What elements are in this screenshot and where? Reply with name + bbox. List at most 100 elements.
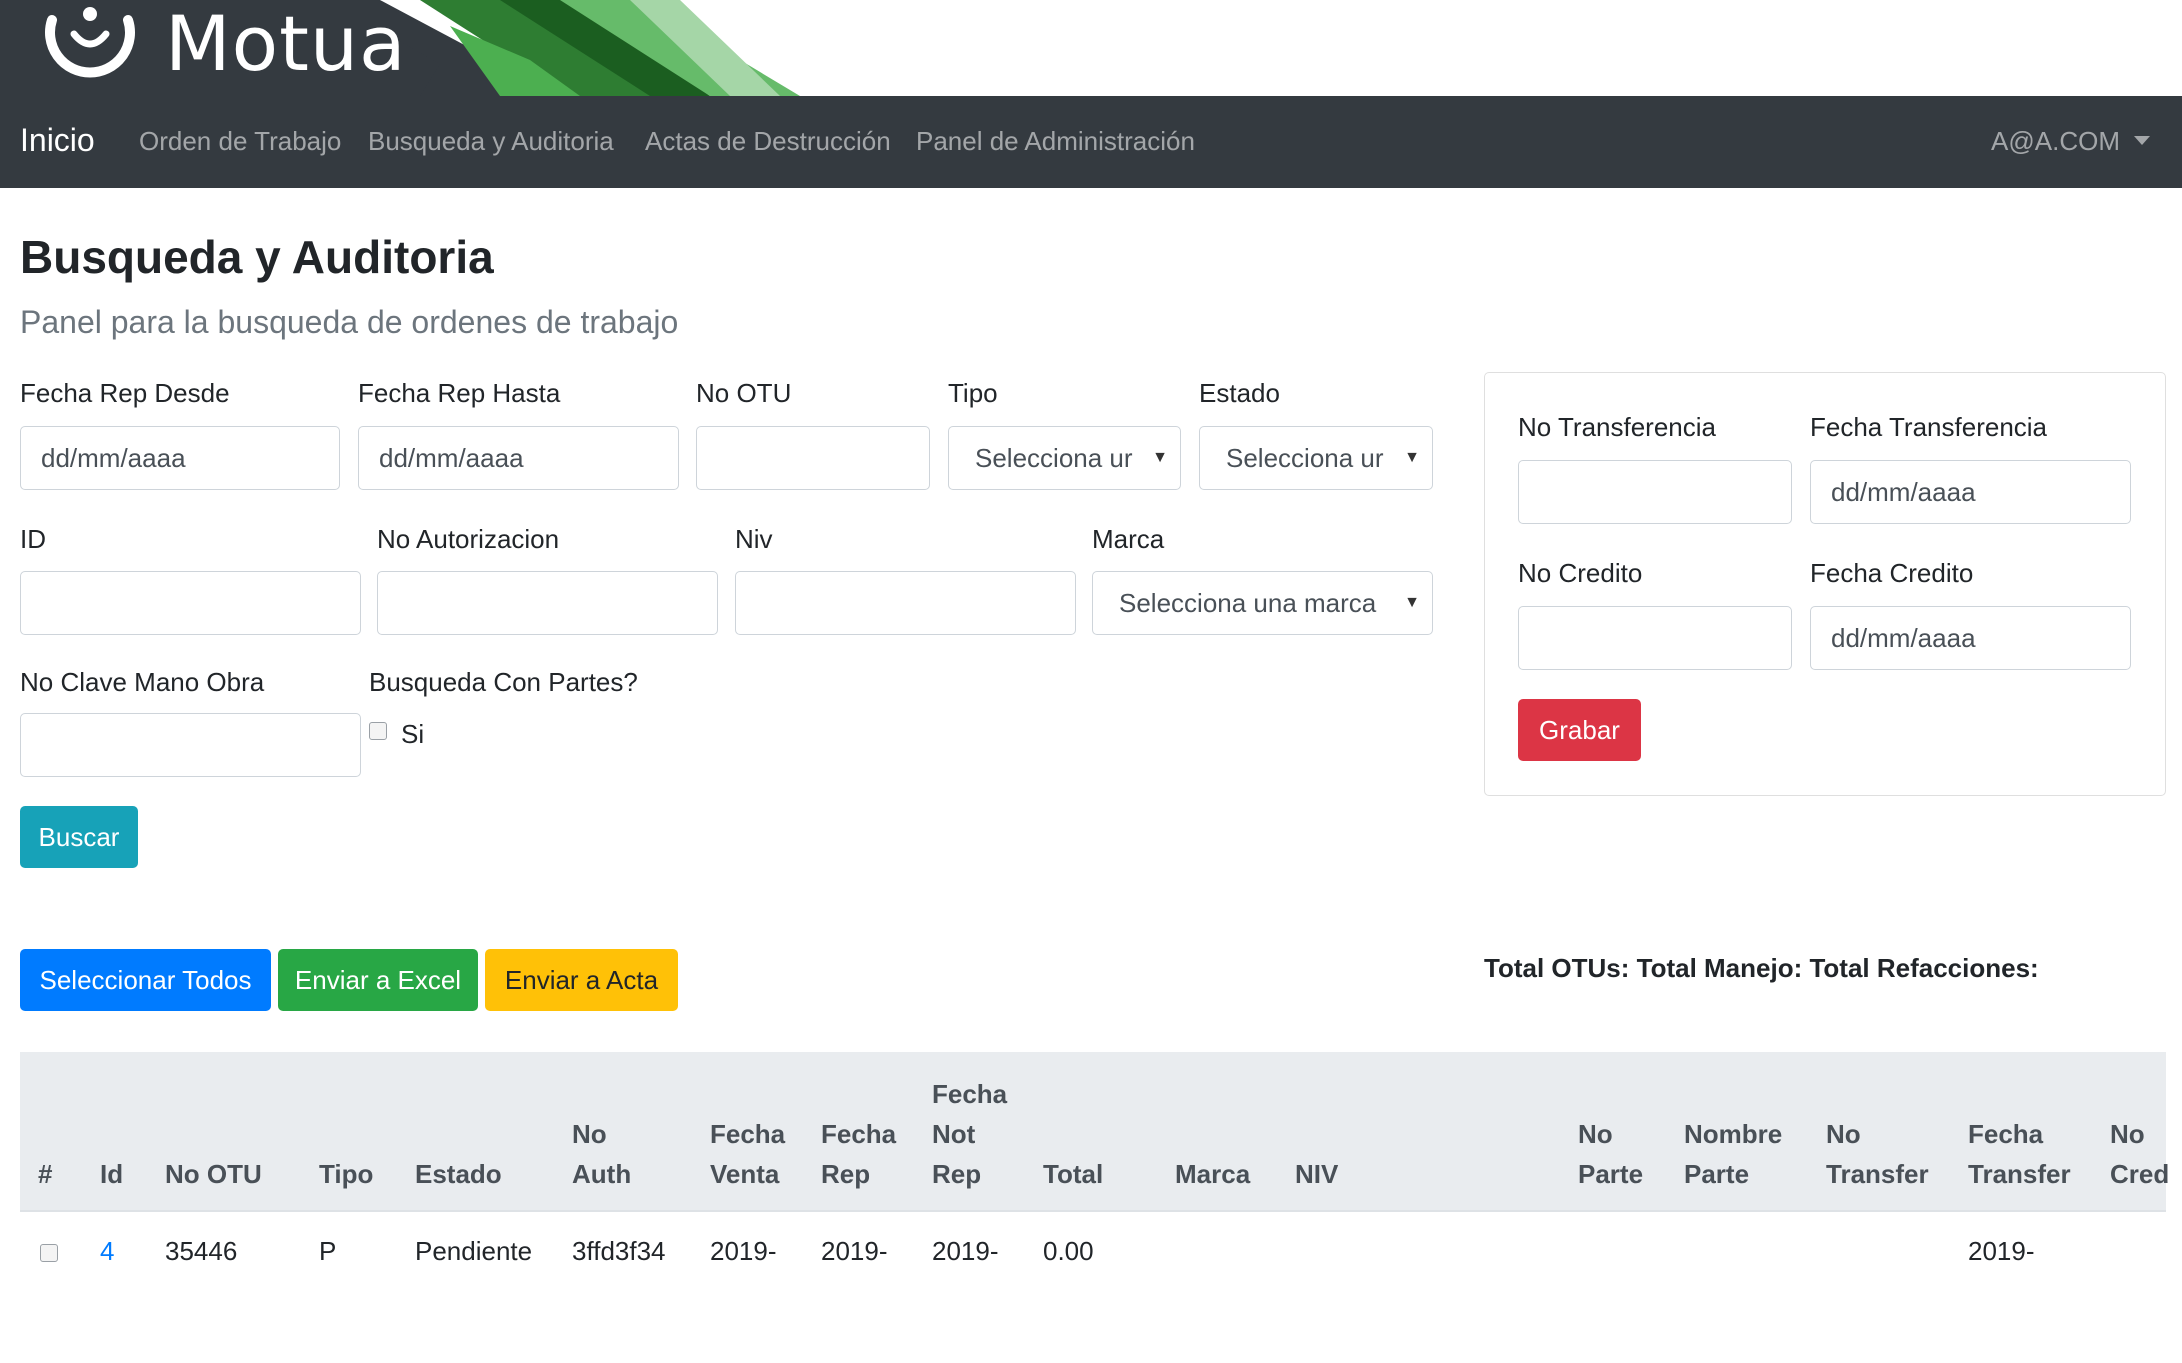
table-header-label: Fecha (710, 1119, 786, 1149)
label-si: Si (401, 719, 425, 749)
enviar-acta-button[interactable]: Enviar a Acta (485, 949, 678, 1011)
table-header-label: Total (1043, 1159, 1104, 1189)
marca-select[interactable]: Selecciona una marca ▼ (1092, 571, 1433, 635)
no-credito-input[interactable] (1518, 606, 1792, 670)
banner-stripes-decoration (380, 0, 800, 96)
row-no-auth: 3ffd3f34 (572, 1236, 666, 1266)
fecha-transferencia-input[interactable]: dd/mm/aaaa (1810, 460, 2131, 524)
row-total: 0.00 (1043, 1236, 1094, 1266)
id-input[interactable] (20, 571, 361, 635)
user-menu-dropdown[interactable]: A@A.COM (1991, 126, 2150, 157)
table-header-label: # (38, 1159, 53, 1189)
no-otu-input[interactable] (696, 426, 930, 490)
row-no-otu: 35446 (165, 1236, 238, 1266)
nav-item-panel-administracion[interactable]: Panel de Administración (916, 126, 1195, 157)
table-header-label: Parte (1684, 1159, 1750, 1189)
seleccionar-todos-button[interactable]: Seleccionar Todos (20, 949, 271, 1011)
table-header-label: Estado (415, 1159, 502, 1189)
dropdown-arrow-icon: ▼ (1152, 449, 1168, 466)
label-no-autorizacion: No Autorizacion (377, 524, 560, 554)
dropdown-arrow-icon: ▼ (1404, 449, 1420, 466)
table-header-label: Cred (2110, 1159, 2170, 1189)
fecha-transferencia-value: dd/mm/aaaa (1831, 476, 1976, 507)
row-fecha-transfer: 2019- (1968, 1236, 2035, 1266)
table-header-label: Fecha (821, 1119, 897, 1149)
row-fecha-not-rep: 2019- (932, 1236, 999, 1266)
no-autorizacion-input[interactable] (377, 571, 718, 635)
page-title: Busqueda y Auditoria (20, 231, 494, 283)
row-fecha-venta: 2019- (710, 1236, 777, 1266)
fecha-rep-desde-value: dd/mm/aaaa (41, 442, 186, 473)
no-transferencia-input[interactable] (1518, 460, 1792, 524)
label-no-otu: No OTU (696, 378, 792, 408)
table-header-label: NIV (1295, 1159, 1339, 1189)
table-header-label: Rep (821, 1159, 871, 1189)
table-header-label: No OTU (165, 1159, 262, 1189)
table-header-label: Parte (1578, 1159, 1644, 1189)
table-header-label: Venta (710, 1159, 780, 1189)
table-header-label: Transfer (1826, 1159, 1929, 1189)
grabar-button[interactable]: Grabar (1518, 699, 1641, 761)
label-marca: Marca (1092, 524, 1165, 554)
table-header-label: No (1578, 1119, 1613, 1149)
totals-summary: Total OTUs: Total Manejo: Total Refaccio… (1484, 953, 2039, 983)
tipo-selected-value: Selecciona ur (975, 442, 1133, 473)
marca-selected-value: Selecciona una marca (1119, 587, 1377, 618)
table-header-label: Not (932, 1119, 976, 1149)
row-fecha-rep: 2019- (821, 1236, 888, 1266)
motua-logo-icon (45, 7, 135, 78)
table-header-label: No (572, 1119, 607, 1149)
label-no-clave-mano-obra: No Clave Mano Obra (20, 667, 265, 697)
table-header-label: Fecha (1968, 1119, 2044, 1149)
label-tipo: Tipo (948, 378, 998, 408)
table-header-label: Rep (932, 1159, 982, 1189)
fecha-rep-hasta-value: dd/mm/aaaa (379, 442, 524, 473)
table-header-label: Auth (572, 1159, 632, 1189)
table-header-label: No (2110, 1119, 2145, 1149)
nav-item-orden-trabajo[interactable]: Orden de Trabajo (139, 126, 341, 157)
header-banner: Motua (0, 0, 2182, 96)
fecha-rep-hasta-input[interactable]: dd/mm/aaaa (358, 426, 679, 490)
niv-input[interactable] (735, 571, 1076, 635)
table-header-label: Fecha (932, 1079, 1008, 1109)
table-header-label: No (1826, 1119, 1861, 1149)
buscar-button[interactable]: Buscar (20, 806, 138, 868)
nav-item-busqueda-auditoria[interactable]: Busqueda y Auditoria (368, 126, 614, 157)
fecha-credito-input[interactable]: dd/mm/aaaa (1810, 606, 2131, 670)
enviar-excel-button[interactable]: Enviar a Excel (278, 949, 478, 1011)
user-email: A@A.COM (1991, 126, 2120, 156)
table-header-label: Transfer (1968, 1159, 2071, 1189)
row-tipo: P (319, 1236, 337, 1266)
con-partes-checkbox[interactable] (369, 722, 387, 740)
dropdown-arrow-icon: ▼ (1404, 594, 1420, 611)
no-clave-mano-obra-input[interactable] (20, 713, 361, 777)
label-fecha-credito: Fecha Credito (1810, 558, 1974, 588)
estado-selected-value: Selecciona ur (1226, 442, 1384, 473)
nav-brand-inicio[interactable]: Inicio (20, 122, 95, 159)
label-fecha-transferencia: Fecha Transferencia (1810, 412, 2048, 442)
label-busqueda-con-partes: Busqueda Con Partes? (369, 667, 638, 697)
label-fecha-rep-desde: Fecha Rep Desde (20, 378, 230, 408)
label-id: ID (20, 524, 46, 554)
label-estado: Estado (1199, 378, 1280, 408)
table-header-label: Nombre (1684, 1119, 1783, 1149)
fecha-credito-value: dd/mm/aaaa (1831, 622, 1976, 653)
table-header-label: Id (100, 1159, 124, 1189)
table-header-label: Tipo (319, 1159, 374, 1189)
row-select-checkbox[interactable] (40, 1244, 58, 1262)
chevron-down-icon (2134, 135, 2150, 145)
label-no-transferencia: No Transferencia (1518, 412, 1716, 442)
logo-text: Motua (165, 0, 407, 88)
estado-select[interactable]: Selecciona ur ▼ (1199, 426, 1433, 490)
tipo-select[interactable]: Selecciona ur ▼ (948, 426, 1181, 490)
label-fecha-rep-hasta: Fecha Rep Hasta (358, 378, 561, 408)
page-subtitle: Panel para la busqueda de ordenes de tra… (20, 304, 679, 340)
label-no-credito: No Credito (1518, 558, 1643, 588)
row-id-link[interactable]: 4 (100, 1236, 114, 1267)
top-navbar: Inicio Orden de Trabajo Busqueda y Audit… (0, 96, 2182, 188)
table-header-label: Marca (1175, 1159, 1251, 1189)
nav-item-actas-destruccion[interactable]: Actas de Destrucción (645, 126, 891, 157)
fecha-rep-desde-input[interactable]: dd/mm/aaaa (20, 426, 340, 490)
label-niv: Niv (735, 524, 773, 554)
row-estado: Pendiente (415, 1236, 533, 1266)
